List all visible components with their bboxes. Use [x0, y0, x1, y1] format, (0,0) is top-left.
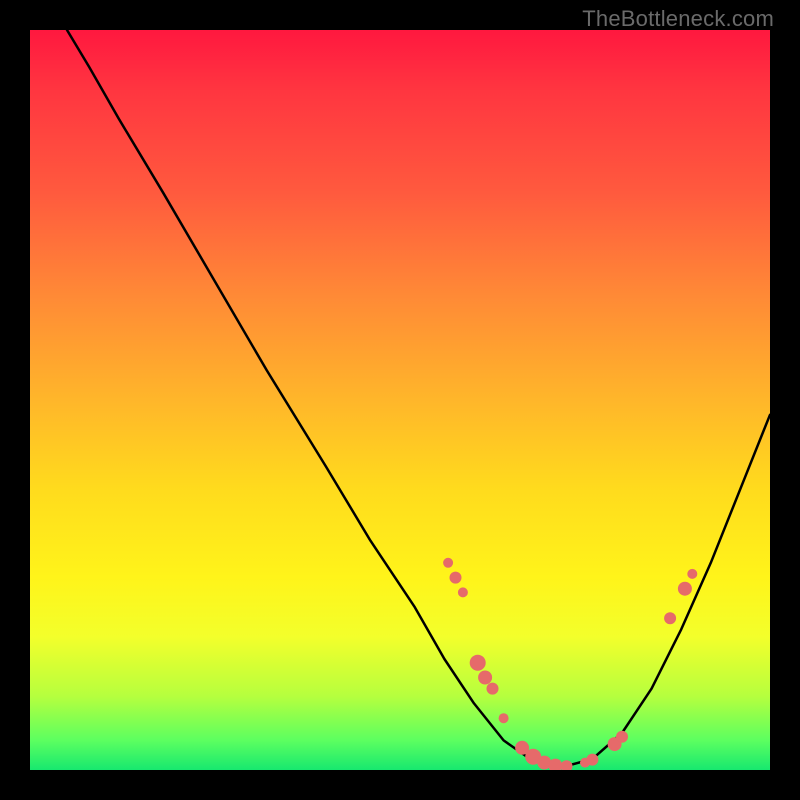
data-point: [443, 558, 453, 568]
data-point: [561, 760, 573, 770]
data-points-group: [443, 558, 697, 770]
watermark-text: TheBottleneck.com: [582, 6, 774, 32]
data-point: [687, 569, 697, 579]
chart-svg: [30, 30, 770, 770]
data-point: [450, 572, 462, 584]
data-point: [586, 754, 598, 766]
data-point: [470, 655, 486, 671]
plot-area: [30, 30, 770, 770]
data-point: [616, 731, 628, 743]
data-point: [478, 671, 492, 685]
data-point: [664, 612, 676, 624]
data-point: [499, 713, 509, 723]
data-point: [458, 587, 468, 597]
data-point: [678, 582, 692, 596]
data-point: [487, 683, 499, 695]
bottleneck-curve: [67, 30, 770, 767]
chart-frame: TheBottleneck.com: [0, 0, 800, 800]
